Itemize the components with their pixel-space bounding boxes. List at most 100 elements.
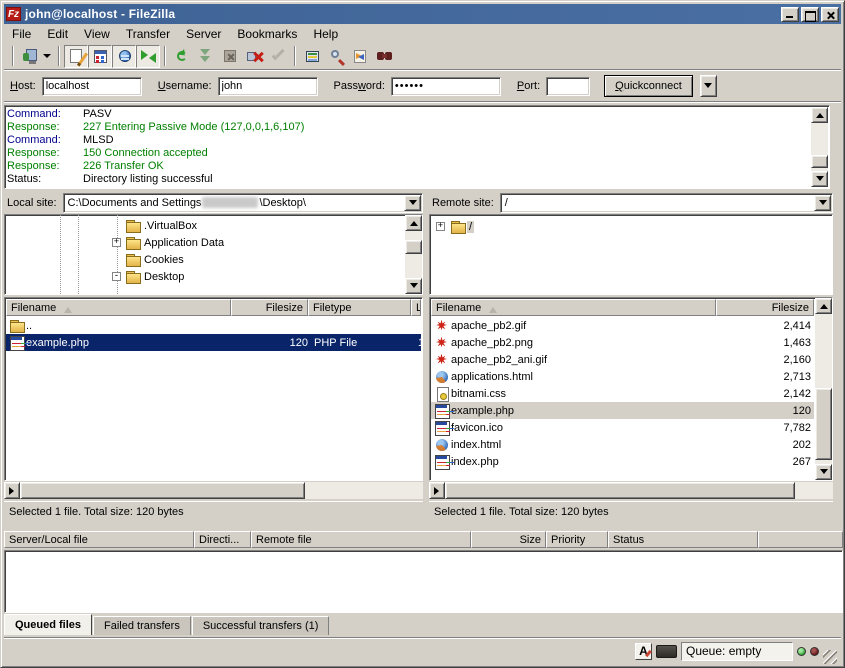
- scroll-down-button[interactable]: [405, 278, 422, 294]
- column-header-remote-file[interactable]: Remote file: [251, 531, 471, 548]
- password-input[interactable]: [391, 77, 501, 96]
- scroll-up-button[interactable]: [405, 215, 422, 231]
- abort-button[interactable]: [266, 45, 290, 68]
- message-log-toggle-button[interactable]: [64, 45, 88, 68]
- compare-directories-button[interactable]: [348, 45, 372, 68]
- expand-icon[interactable]: +: [436, 222, 445, 231]
- local-directory-tree: .VirtualBox + Application Data Cookies -…: [4, 214, 423, 295]
- scrollbar-thumb[interactable]: [815, 388, 832, 460]
- ascii-data-type-icon[interactable]: A: [635, 643, 652, 660]
- queue-list[interactable]: [4, 550, 843, 613]
- menu-bookmarks[interactable]: Bookmarks: [229, 26, 305, 42]
- scroll-down-button[interactable]: [811, 171, 828, 187]
- scroll-up-button[interactable]: [811, 107, 828, 123]
- filename-filters-button[interactable]: [300, 45, 324, 68]
- tab-failed-transfers[interactable]: Failed transfers: [93, 616, 191, 635]
- file-row-updir[interactable]: ..: [6, 317, 421, 334]
- scrollbar-thumb[interactable]: [405, 240, 422, 254]
- tree-item-application-data[interactable]: + Application Data: [5, 234, 422, 251]
- menu-file[interactable]: File: [4, 26, 39, 42]
- column-header-priority[interactable]: Priority: [546, 531, 608, 548]
- chevron-down-icon[interactable]: [43, 54, 51, 62]
- quickconnect-button[interactable]: Quickconnect: [604, 75, 693, 97]
- cancel-operation-button[interactable]: [218, 45, 242, 68]
- file-search-button[interactable]: [324, 45, 348, 68]
- synchronized-browsing-button[interactable]: [372, 45, 396, 68]
- message-log: Command:PASV Response:227 Entering Passi…: [4, 105, 830, 189]
- menu-transfer[interactable]: Transfer: [118, 26, 178, 42]
- menu-help[interactable]: Help: [305, 26, 346, 42]
- refresh-button[interactable]: [170, 45, 194, 68]
- remote-site-combobox[interactable]: /: [500, 193, 833, 213]
- column-header-filename[interactable]: Filename: [6, 299, 231, 316]
- file-row[interactable]: apache_pb2.gif 2,414: [431, 317, 814, 334]
- file-row-example-php[interactable]: example.php 120: [431, 402, 814, 419]
- remote-treeview-toggle-icon: [116, 48, 133, 65]
- tree-item-desktop[interactable]: - Desktop: [5, 268, 422, 285]
- file-row[interactable]: index.php 267: [431, 453, 814, 470]
- scroll-up-button[interactable]: [815, 298, 832, 314]
- site-manager-button[interactable]: [18, 45, 54, 68]
- column-header-last-modified[interactable]: L: [411, 299, 421, 316]
- remote-site-dropdown-button[interactable]: [814, 195, 831, 211]
- tree-item-virtualbox[interactable]: .VirtualBox: [5, 217, 422, 234]
- column-header-filetype[interactable]: Filetype: [308, 299, 411, 316]
- column-header-server-local-file[interactable]: Server/Local file: [4, 531, 194, 548]
- remote-horizontal-scrollbar[interactable]: [429, 482, 833, 499]
- scrollbar-thumb[interactable]: [20, 482, 305, 499]
- local-tree-scrollbar[interactable]: [405, 215, 422, 294]
- file-row[interactable]: index.html 202: [431, 436, 814, 453]
- maximize-icon[interactable]: [801, 7, 819, 22]
- file-name: bitnami.css: [451, 388, 506, 400]
- tree-item-root[interactable]: + /: [430, 218, 832, 235]
- column-header-filesize[interactable]: Filesize: [716, 299, 814, 316]
- minimize-icon[interactable]: [781, 7, 799, 22]
- file-row[interactable]: applications.html 2,713: [431, 368, 814, 385]
- log-scrollbar[interactable]: [811, 107, 828, 187]
- port-input[interactable]: [546, 77, 590, 96]
- scrollbar-thumb[interactable]: [445, 482, 795, 499]
- quickconnect-dropdown-button[interactable]: [700, 75, 717, 97]
- column-header-filesize[interactable]: Filesize: [231, 299, 308, 316]
- file-row[interactable]: apache_pb2.png 1,463: [431, 334, 814, 351]
- column-header-empty[interactable]: [758, 531, 843, 548]
- local-treeview-toggle-button[interactable]: [88, 45, 112, 68]
- local-site-dropdown-button[interactable]: [404, 195, 421, 211]
- process-queue-button[interactable]: [194, 45, 218, 68]
- remote-treeview-toggle-button[interactable]: [112, 45, 136, 68]
- expand-icon[interactable]: +: [112, 238, 121, 247]
- remote-selection-status: Selected 1 file. Total size: 120 bytes: [429, 501, 833, 521]
- tree-item-label: Desktop: [142, 271, 186, 283]
- tab-queued-files[interactable]: Queued files: [4, 614, 92, 635]
- collapse-icon[interactable]: -: [112, 272, 121, 281]
- title-bar[interactable]: Fz john@localhost - FileZilla: [4, 4, 841, 24]
- column-header-status[interactable]: Status: [608, 531, 758, 548]
- file-row-example-php[interactable]: example.php 120 PHP File 1: [6, 334, 421, 351]
- host-input[interactable]: [42, 77, 142, 96]
- disconnect-button[interactable]: [242, 45, 266, 68]
- scroll-right-button[interactable]: [4, 482, 20, 499]
- local-horizontal-scrollbar[interactable]: [4, 482, 423, 499]
- username-input[interactable]: [218, 77, 318, 96]
- local-site-combobox[interactable]: C:\Documents and Settings\Desktop\: [63, 193, 423, 213]
- speed-limit-icon[interactable]: [656, 645, 677, 658]
- scroll-right-button[interactable]: [429, 482, 445, 499]
- menu-server[interactable]: Server: [178, 26, 229, 42]
- menu-view[interactable]: View: [76, 26, 118, 42]
- scroll-down-button[interactable]: [815, 464, 832, 480]
- menu-edit[interactable]: Edit: [39, 26, 76, 42]
- remote-list-scrollbar[interactable]: [815, 298, 832, 480]
- file-row[interactable]: apache_pb2_ani.gif 2,160: [431, 351, 814, 368]
- column-header-filename[interactable]: Filename: [431, 299, 716, 316]
- resize-grip[interactable]: [823, 650, 837, 664]
- file-row[interactable]: favicon.ico 7,782: [431, 419, 814, 436]
- column-header-direction[interactable]: Directi...: [194, 531, 251, 548]
- column-header-size[interactable]: Size: [471, 531, 546, 548]
- close-icon[interactable]: [821, 7, 839, 22]
- file-row[interactable]: bitnami.css 2,142: [431, 385, 814, 402]
- queue-header: Server/Local file Directi... Remote file…: [4, 531, 843, 550]
- tree-item-cookies[interactable]: Cookies: [5, 251, 422, 268]
- tab-successful-transfers[interactable]: Successful transfers (1): [192, 616, 330, 635]
- scrollbar-thumb[interactable]: [811, 155, 828, 168]
- transfer-queue-toggle-button[interactable]: [136, 45, 160, 68]
